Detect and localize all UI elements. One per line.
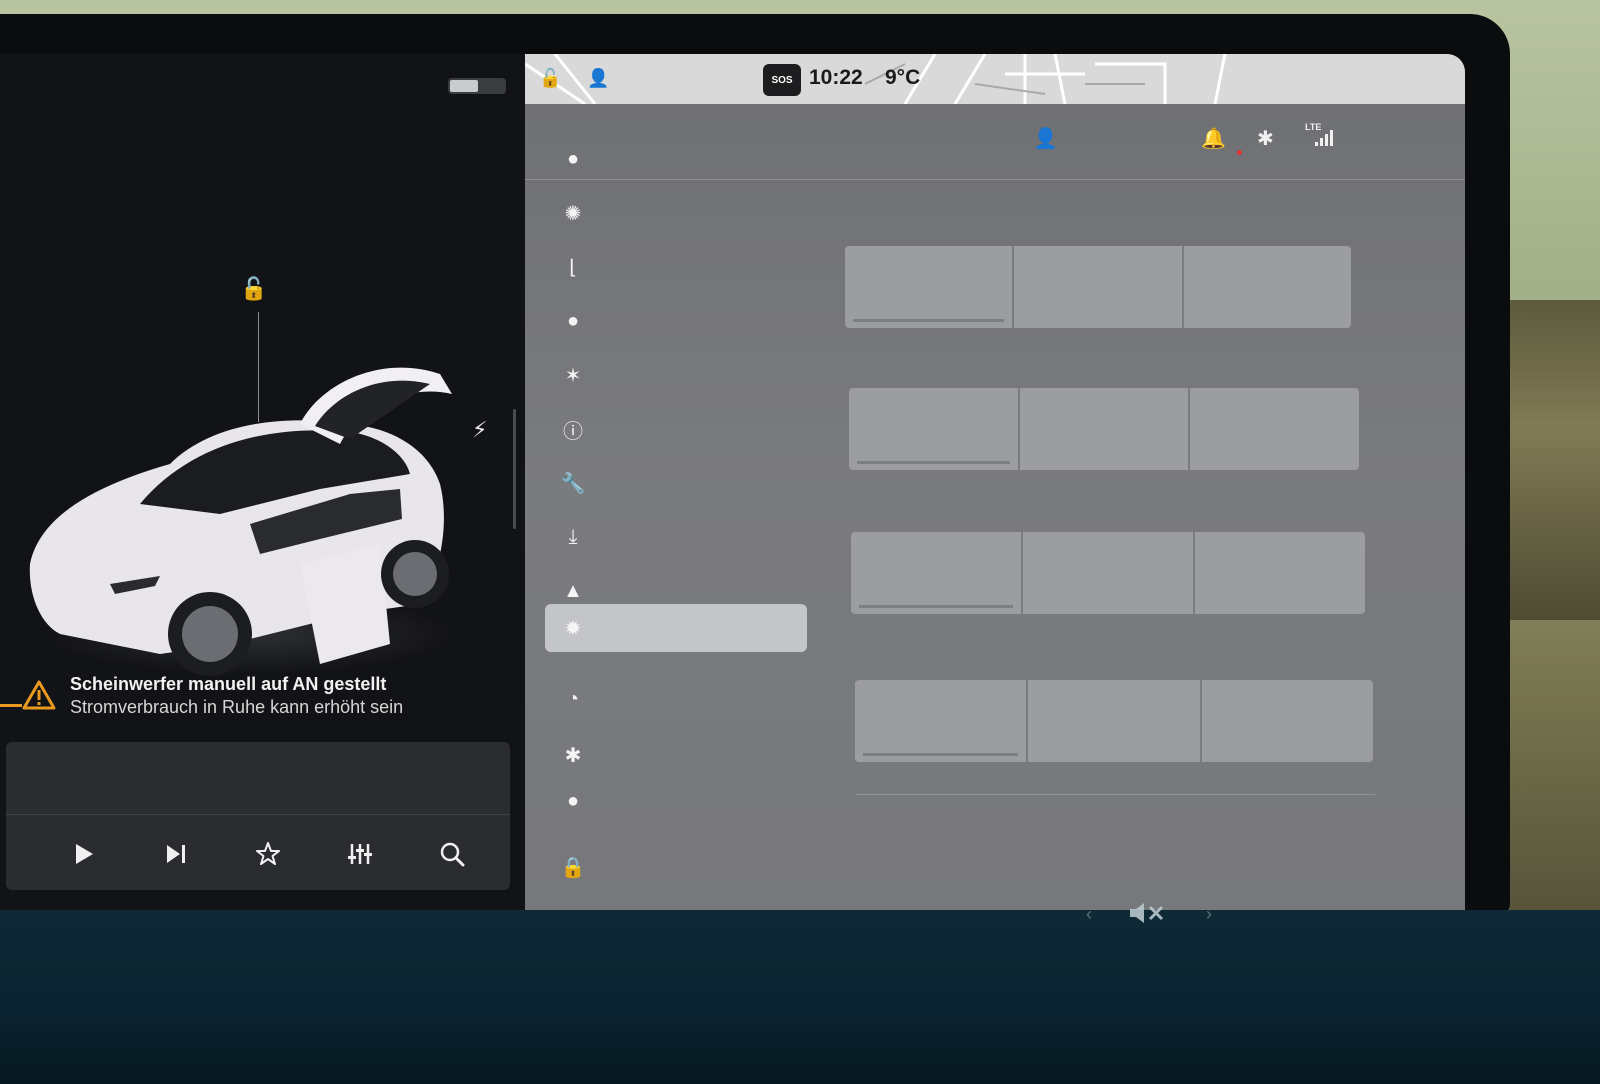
nav-item-bluetooth[interactable]: ✱ bbox=[545, 732, 807, 778]
autopilot-icon: ✶ bbox=[564, 364, 582, 387]
nav-item-service[interactable]: 🔧 bbox=[545, 460, 807, 506]
volume-muted-icon[interactable] bbox=[1128, 900, 1168, 926]
segment-underline bbox=[859, 605, 1013, 608]
nav-item-wifi[interactable]: ◔ bbox=[545, 676, 807, 722]
segmented-control[interactable] bbox=[851, 532, 1365, 614]
warning-icon bbox=[22, 680, 56, 710]
lock-icon: 🔒 bbox=[560, 856, 586, 879]
segment-underline bbox=[853, 319, 1005, 322]
segment-option[interactable] bbox=[1190, 388, 1359, 470]
sos-badge[interactable]: SOS bbox=[763, 64, 801, 96]
play-icon bbox=[76, 844, 93, 864]
nav-item-safety[interactable]: ⓘ bbox=[545, 406, 807, 452]
segment-option[interactable] bbox=[1023, 532, 1195, 614]
bluetooth-icon: ✱ bbox=[564, 744, 582, 767]
safety-icon: ⓘ bbox=[563, 420, 583, 443]
nav-item-software[interactable]: ⤓ bbox=[545, 514, 807, 560]
navigation-icon: ▲ bbox=[563, 579, 583, 602]
chevron-left-icon[interactable]: ‹ bbox=[1086, 904, 1092, 925]
segmented-control[interactable] bbox=[845, 246, 1351, 328]
segmented-control[interactable] bbox=[855, 680, 1373, 762]
segment-option[interactable] bbox=[851, 532, 1023, 614]
vehicle-panel: 🔓 ⚡ Scheinwerfer manuell auf AN gestellt… bbox=[0, 54, 525, 914]
charge-port-icon[interactable]: ⚡ bbox=[472, 417, 487, 443]
alert-accent-bar bbox=[0, 704, 22, 707]
media-progress-track[interactable] bbox=[6, 814, 510, 815]
favorite-button[interactable] bbox=[248, 834, 288, 874]
seat-icon: ⌊ bbox=[569, 256, 577, 279]
segment-underline bbox=[857, 461, 1010, 464]
segment-option[interactable] bbox=[1028, 680, 1202, 762]
settings-nav: ● ✺ ⌊ ● ✶ ⓘ 🔧 ⤓ ▲ ✹ ◔ ✱ ● 🔒 bbox=[545, 148, 815, 904]
segmented-control[interactable] bbox=[849, 388, 1359, 470]
segment-option[interactable] bbox=[1184, 246, 1351, 328]
screen-bezel: 🔓 ⚡ Scheinwerfer manuell auf AN gestellt… bbox=[0, 14, 1510, 914]
panel-resize-handle[interactable] bbox=[513, 409, 516, 529]
next-track-button[interactable] bbox=[156, 834, 196, 874]
segment-option[interactable] bbox=[845, 246, 1015, 328]
alert-subtitle: Stromverbrauch in Ruhe kann erhöht sein bbox=[70, 697, 404, 717]
notification-dot bbox=[1237, 150, 1242, 155]
alert-title: Scheinwerfer manuell auf AN gestellt bbox=[70, 674, 387, 694]
equalizer-icon bbox=[348, 844, 372, 864]
touchscreen: 🔓 ⚡ Scheinwerfer manuell auf AN gestellt… bbox=[0, 54, 1465, 914]
car-model-image bbox=[29, 367, 452, 676]
segment-option[interactable] bbox=[849, 388, 1020, 470]
battery-indicator bbox=[448, 78, 506, 94]
segment-underline bbox=[863, 753, 1019, 756]
notification-bell-icon[interactable]: 🔔 bbox=[1201, 126, 1226, 151]
car-icon: ● bbox=[566, 147, 580, 170]
media-search-button[interactable] bbox=[432, 834, 472, 874]
segment-option[interactable] bbox=[855, 680, 1029, 762]
section-divider bbox=[855, 794, 1375, 795]
upgrades-icon: ● bbox=[566, 789, 580, 812]
steering-icon: ● bbox=[566, 309, 580, 332]
service-icon: 🔧 bbox=[560, 472, 586, 495]
software-icon: ⤓ bbox=[568, 525, 578, 548]
segment-option[interactable] bbox=[1014, 246, 1184, 328]
nav-item-lights[interactable]: ✺ bbox=[545, 190, 807, 236]
nav-item-display-selected[interactable]: ✹ bbox=[545, 604, 807, 652]
equalizer-button[interactable] bbox=[340, 834, 380, 874]
clock: 10:22 bbox=[809, 66, 863, 89]
display-icon: ✹ bbox=[564, 617, 582, 640]
play-button[interactable] bbox=[64, 834, 104, 874]
climate-bar: ‹ › bbox=[0, 903, 1600, 1084]
next-track-icon bbox=[167, 845, 185, 863]
nav-item-seat[interactable]: ⌊ bbox=[545, 244, 807, 290]
lock-indicator-line bbox=[258, 312, 259, 422]
cellular-signal-icon bbox=[1315, 130, 1333, 146]
nav-item-locks[interactable]: 🔒 bbox=[545, 844, 807, 890]
media-player bbox=[6, 742, 510, 890]
light-icon: ✺ bbox=[564, 202, 582, 225]
search-icon bbox=[440, 842, 465, 867]
wifi-icon: ◔ bbox=[566, 687, 580, 710]
user-profile-icon[interactable]: 👤 bbox=[1033, 126, 1058, 151]
chevron-right-icon[interactable]: › bbox=[1206, 904, 1212, 925]
bluetooth-icon[interactable]: ✱ bbox=[1257, 126, 1274, 151]
nav-item-controls[interactable]: ● bbox=[545, 136, 807, 182]
segment-option[interactable] bbox=[1195, 532, 1365, 614]
nav-item-steering[interactable]: ● bbox=[545, 298, 807, 344]
unlock-icon[interactable]: 🔓 bbox=[240, 276, 267, 302]
settings-panel: 🔓 👤 SOS 10:22 9°C 👤 🔔 ✱ LTE ● ✺ ⌊ ● ✶ ⓘ … bbox=[525, 54, 1465, 914]
lock-status-icon[interactable]: 🔓 bbox=[539, 68, 561, 89]
favorite-star-icon bbox=[256, 842, 280, 865]
nav-item-upgrades[interactable]: ● bbox=[545, 778, 807, 824]
segment-option[interactable] bbox=[1020, 388, 1191, 470]
battery-level-fill bbox=[450, 80, 478, 92]
segment-option[interactable] bbox=[1202, 680, 1373, 762]
nav-item-autopilot[interactable]: ✶ bbox=[545, 352, 807, 398]
status-bar: 🔓 👤 SOS 10:22 9°C bbox=[525, 54, 1465, 104]
headlight-alert[interactable]: Scheinwerfer manuell auf AN gestellt Str… bbox=[0, 664, 450, 726]
outside-temperature: 9°C bbox=[885, 66, 921, 89]
driver-profile-icon[interactable]: 👤 bbox=[587, 68, 609, 89]
